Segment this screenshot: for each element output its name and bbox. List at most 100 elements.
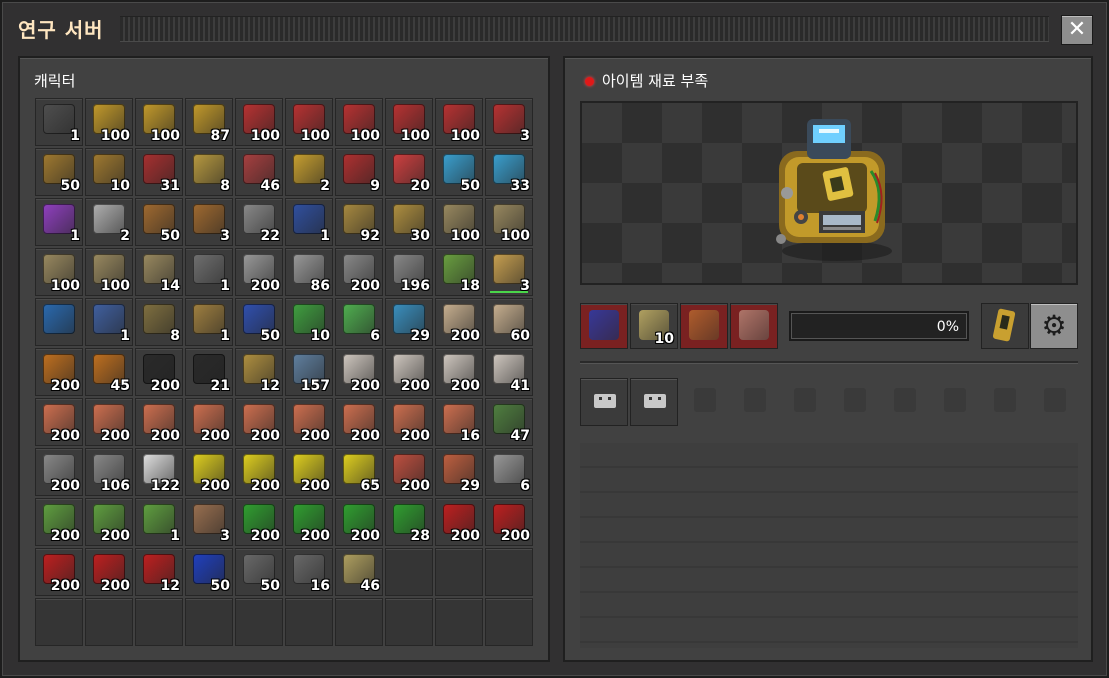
inventory-slot[interactable]: 12 xyxy=(235,348,283,396)
inventory-slot[interactable]: 122 xyxy=(135,448,183,496)
inventory-slot[interactable]: 50 xyxy=(35,148,83,196)
inventory-slot[interactable]: 41 xyxy=(485,348,533,396)
inventory-slot-empty[interactable] xyxy=(35,598,83,646)
inventory-slot[interactable]: 3 xyxy=(485,98,533,146)
inventory-slot-empty[interactable] xyxy=(85,598,133,646)
inventory-slot[interactable]: 100 xyxy=(385,98,433,146)
inventory-slot[interactable]: 100 xyxy=(35,248,83,296)
inventory-slot[interactable]: 200 xyxy=(385,348,433,396)
inventory-slot[interactable]: 100 xyxy=(435,198,483,246)
inventory-slot[interactable]: 1 xyxy=(285,198,333,246)
inventory-slot[interactable]: 200 xyxy=(35,498,83,546)
module-slot-button[interactable] xyxy=(981,303,1029,349)
inventory-slot[interactable]: 29 xyxy=(435,448,483,496)
inventory-slot[interactable]: 16 xyxy=(285,548,333,596)
inventory-slot-empty[interactable] xyxy=(335,598,383,646)
inventory-slot[interactable]: 8 xyxy=(185,148,233,196)
inventory-slot[interactable]: 12 xyxy=(135,548,183,596)
inventory-slot[interactable]: 47 xyxy=(485,398,533,446)
science-pack-slot[interactable] xyxy=(580,303,628,349)
inventory-slot[interactable]: 20 xyxy=(385,148,433,196)
inventory-slot-empty[interactable] xyxy=(485,598,533,646)
inventory-slot[interactable]: 50 xyxy=(435,148,483,196)
module-slot[interactable] xyxy=(630,378,678,426)
inventory-slot[interactable]: 200 xyxy=(35,448,83,496)
drag-handle[interactable] xyxy=(120,16,1049,42)
inventory-slot[interactable]: 200 xyxy=(35,398,83,446)
inventory-slot[interactable]: 200 xyxy=(135,398,183,446)
inventory-slot[interactable]: 1 xyxy=(35,98,83,146)
inventory-slot[interactable]: 200 xyxy=(185,448,233,496)
inventory-slot[interactable]: 200 xyxy=(235,248,283,296)
inventory-slot[interactable]: 14 xyxy=(135,248,183,296)
inventory-slot[interactable]: 200 xyxy=(435,298,483,346)
inventory-slot[interactable]: 10 xyxy=(85,148,133,196)
inventory-slot[interactable]: 2 xyxy=(85,198,133,246)
inventory-slot[interactable]: 200 xyxy=(135,348,183,396)
inventory-slot-empty[interactable] xyxy=(385,598,433,646)
science-pack-slot[interactable]: 10 xyxy=(630,303,678,349)
inventory-slot[interactable]: 33 xyxy=(485,148,533,196)
inventory-slot[interactable]: 46 xyxy=(235,148,283,196)
inventory-slot[interactable]: 21 xyxy=(185,348,233,396)
inventory-slot[interactable]: 28 xyxy=(385,498,433,546)
inventory-slot[interactable]: 200 xyxy=(85,398,133,446)
inventory-slot[interactable]: 2 xyxy=(285,148,333,196)
close-button[interactable]: ✕ xyxy=(1061,15,1093,45)
settings-button[interactable]: ⚙ xyxy=(1030,303,1078,349)
inventory-slot[interactable]: 45 xyxy=(85,348,133,396)
window-titlebar[interactable]: 연구 서버 ✕ xyxy=(2,2,1107,54)
inventory-slot[interactable]: 50 xyxy=(135,198,183,246)
inventory-slot[interactable]: 50 xyxy=(235,548,283,596)
inventory-slot[interactable]: 87 xyxy=(185,98,233,146)
inventory-slot[interactable]: 100 xyxy=(335,98,383,146)
inventory-slot[interactable]: 6 xyxy=(335,298,383,346)
inventory-slot[interactable]: 200 xyxy=(285,398,333,446)
inventory-slot-empty[interactable] xyxy=(435,598,483,646)
inventory-slot[interactable]: 200 xyxy=(335,248,383,296)
inventory-slot[interactable]: 65 xyxy=(335,448,383,496)
inventory-slot-empty[interactable] xyxy=(235,598,283,646)
inventory-slot-empty[interactable] xyxy=(385,548,433,596)
inventory-slot-empty[interactable] xyxy=(435,548,483,596)
inventory-slot[interactable]: 100 xyxy=(285,98,333,146)
inventory-slot[interactable]: 200 xyxy=(435,498,483,546)
inventory-slot[interactable]: 100 xyxy=(85,98,133,146)
inventory-slot[interactable]: 200 xyxy=(335,398,383,446)
inventory-slot[interactable]: 200 xyxy=(285,448,333,496)
inventory-slot[interactable]: 31 xyxy=(135,148,183,196)
inventory-slot[interactable]: 16 xyxy=(435,398,483,446)
inventory-slot[interactable]: 200 xyxy=(35,548,83,596)
inventory-slot[interactable]: 8 xyxy=(135,298,183,346)
inventory-slot[interactable]: 92 xyxy=(335,198,383,246)
inventory-slot[interactable]: 200 xyxy=(485,498,533,546)
inventory-slot[interactable]: 22 xyxy=(235,198,283,246)
inventory-slot[interactable]: 100 xyxy=(85,248,133,296)
inventory-slot[interactable]: 200 xyxy=(335,348,383,396)
inventory-slot[interactable]: 200 xyxy=(235,448,283,496)
inventory-slot[interactable]: 200 xyxy=(335,498,383,546)
inventory-slot[interactable]: 200 xyxy=(235,498,283,546)
inventory-slot[interactable]: 200 xyxy=(385,398,433,446)
inventory-slot[interactable]: 3 xyxy=(185,198,233,246)
inventory-slot-empty[interactable] xyxy=(135,598,183,646)
inventory-slot[interactable]: 50 xyxy=(185,548,233,596)
inventory-slot[interactable]: 200 xyxy=(435,348,483,396)
inventory-slot[interactable]: 18 xyxy=(435,248,483,296)
inventory-slot-empty[interactable] xyxy=(185,598,233,646)
inventory-slot[interactable]: 30 xyxy=(385,198,433,246)
inventory-slot[interactable]: 196 xyxy=(385,248,433,296)
inventory-slot[interactable]: 200 xyxy=(285,498,333,546)
inventory-slot[interactable]: 6 xyxy=(485,448,533,496)
science-pack-slot[interactable] xyxy=(730,303,778,349)
inventory-slot[interactable]: 86 xyxy=(285,248,333,296)
inventory-slot[interactable]: 100 xyxy=(135,98,183,146)
inventory-slot[interactable]: 200 xyxy=(85,498,133,546)
inventory-slot-empty[interactable] xyxy=(285,598,333,646)
inventory-slot[interactable]: 200 xyxy=(35,348,83,396)
science-pack-slot[interactable] xyxy=(680,303,728,349)
inventory-slot[interactable]: 200 xyxy=(385,448,433,496)
inventory-slot[interactable]: 100 xyxy=(485,198,533,246)
inventory-slot[interactable]: 100 xyxy=(235,98,283,146)
inventory-slot-empty[interactable] xyxy=(485,548,533,596)
